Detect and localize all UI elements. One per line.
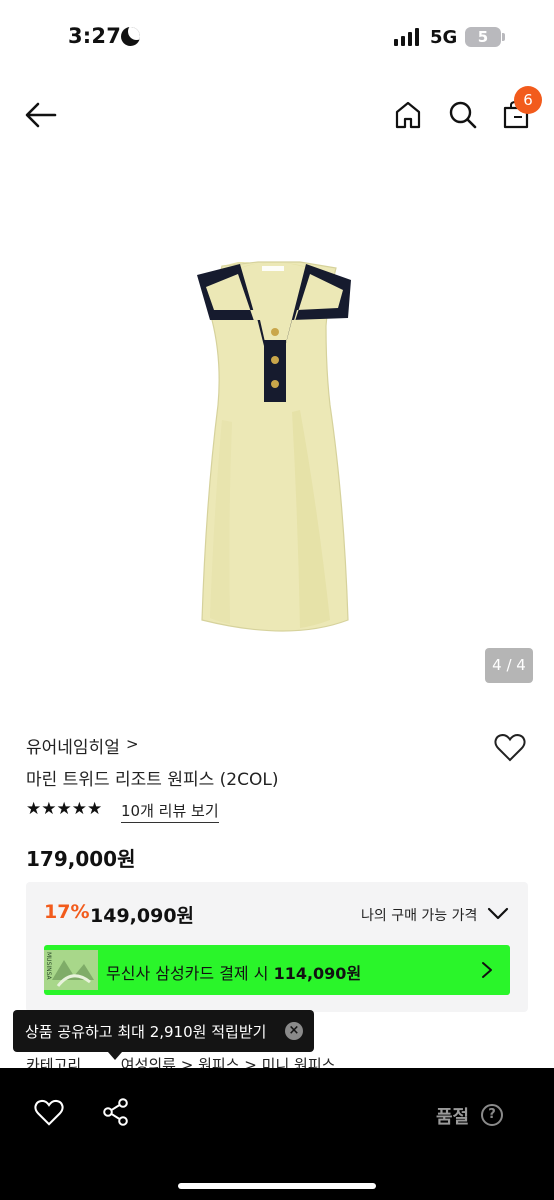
- home-indicator: [178, 1183, 376, 1189]
- search-icon[interactable]: [448, 100, 478, 130]
- card-thumb-label: MUSINSA: [45, 952, 52, 980]
- close-icon[interactable]: ×: [285, 1022, 303, 1040]
- card-promo-amount: 114,090원: [273, 964, 362, 983]
- home-icon[interactable]: [394, 100, 422, 130]
- category-item-3[interactable]: 미니 원피스: [262, 1056, 336, 1068]
- share-reward-tooltip: 상품 공유하고 최대 2,910원 적립받기 ×: [13, 1010, 314, 1052]
- moon-icon: [121, 27, 140, 46]
- tooltip-arrow: [108, 1052, 122, 1060]
- status-time: 3:27: [68, 24, 122, 48]
- category-breadcrumb: 카테고리 여성의류 > 원피스 > 미니 원피스: [26, 1054, 335, 1068]
- review-link[interactable]: 10개 리뷰 보기: [121, 800, 219, 823]
- category-item-1[interactable]: 여성의류: [121, 1056, 176, 1068]
- network-label: 5G: [430, 27, 458, 48]
- category-separator: >: [180, 1056, 194, 1068]
- card-thumbnail: MUSINSA: [44, 950, 98, 990]
- chevron-down-icon[interactable]: [487, 907, 509, 921]
- soldout-label: 품절: [436, 1107, 470, 1128]
- image-counter: 4 / 4: [485, 648, 533, 683]
- discount-rate: 17%: [44, 901, 90, 923]
- back-arrow-icon[interactable]: [24, 100, 58, 130]
- bottom-action-bar: [0, 1068, 554, 1200]
- battery-icon: 5: [465, 27, 501, 47]
- product-image[interactable]: [0, 150, 554, 695]
- category-label: 카테고리: [26, 1056, 82, 1068]
- tooltip-text: 상품 공유하고 최대 2,910원 적립받기: [25, 1023, 267, 1041]
- brand-link[interactable]: 유어네임히얼: [26, 733, 120, 758]
- cart-count-badge: 6: [514, 86, 542, 114]
- signal-icon: [394, 28, 419, 46]
- share-icon[interactable]: [101, 1097, 131, 1127]
- category-separator: >: [244, 1056, 257, 1068]
- chevron-right-icon: >: [126, 735, 139, 753]
- card-promo-text: 무신사 삼성카드 결제 시 114,090원: [106, 960, 361, 984]
- chevron-right-icon: [482, 962, 492, 978]
- card-promo-prefix: 무신사 삼성카드 결제 시: [106, 964, 269, 983]
- my-price-toggle[interactable]: 나의 구매 가능 가격: [361, 905, 477, 925]
- category-item-2[interactable]: 원피스: [198, 1056, 239, 1068]
- help-icon[interactable]: ?: [481, 1104, 503, 1126]
- heart-icon[interactable]: [34, 1099, 64, 1127]
- heart-icon[interactable]: [494, 733, 526, 763]
- battery-cap: [502, 33, 505, 41]
- original-price: 179,000원: [26, 847, 136, 871]
- sale-price: 149,090원: [90, 905, 195, 927]
- product-title: 마린 트위드 리조트 원피스 (2COL): [26, 770, 279, 790]
- rating-stars: ★★★★★: [26, 799, 103, 819]
